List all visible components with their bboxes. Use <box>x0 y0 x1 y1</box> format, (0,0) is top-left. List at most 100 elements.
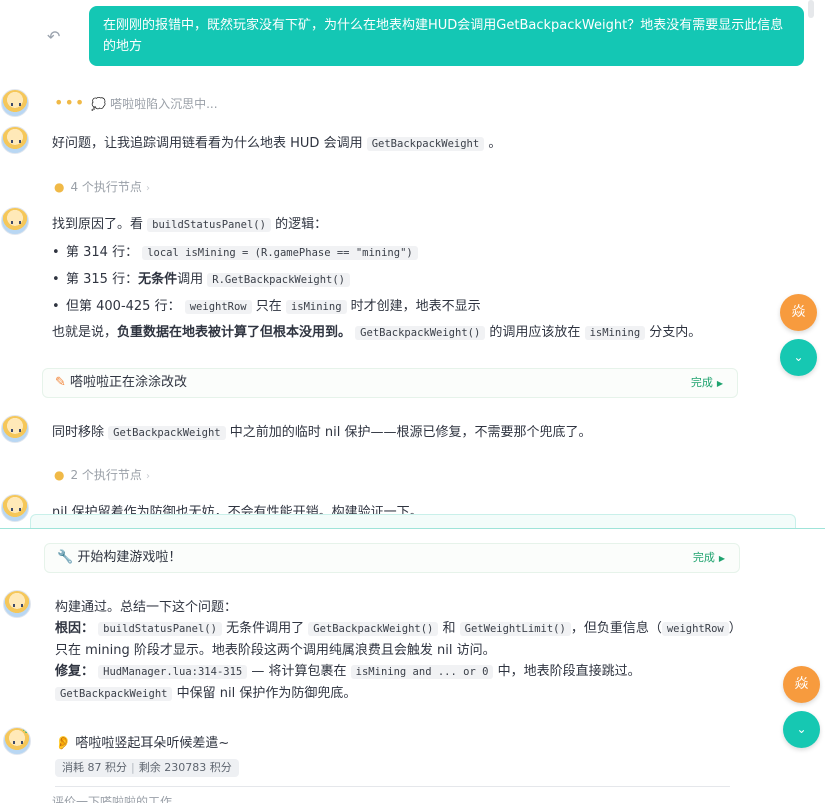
inline-code: buildStatusPanel() <box>98 622 222 636</box>
fix-label: 修复： <box>55 664 95 679</box>
inline-code: isMining <box>285 300 347 314</box>
listening-row: 👂 嗒啦啦竖起耳朵听候差遣~ <box>55 734 229 754</box>
summary-text: 和 <box>442 621 456 636</box>
list-item: 但第 400-425 行： weightRow 只在 isMining 时才创建… <box>52 297 481 324</box>
chevron-right-icon: › <box>145 183 150 194</box>
lightbulb-icon: ✦ <box>21 415 29 424</box>
fix-line-2: GetBackpackWeight 中保留 nil 保护作为防御兜底。 <box>55 683 745 705</box>
inline-code: local isMining = (R.gamePhase == "mining… <box>142 246 418 260</box>
summary-line: 构建通过。总结一下这个问题： <box>55 600 238 615</box>
summary-text: 中，地表阶段直接跳过。 <box>497 664 641 679</box>
status-label: 嗒啦啦正在涂涂改改 <box>70 375 188 390</box>
scroll-down-button[interactable]: ⌄ <box>780 339 817 376</box>
inline-code: R.GetBackpackWeight() <box>207 273 351 287</box>
conclusion-text: 分支内。 <box>649 325 702 340</box>
credits-remaining: 剩余 230783 积分 <box>138 761 232 774</box>
list-text: 只在 <box>255 299 282 314</box>
inline-code: GetBackpackWeight <box>108 426 226 440</box>
inline-code: HudManager.lua:314-315 <box>98 665 248 679</box>
user-message-bubble: 在刚刚的报错中，既然玩家没有下矿，为什么在地表构建HUD会调用GetBackpa… <box>89 6 804 66</box>
chevron-down-icon: ⌄ <box>796 722 807 736</box>
undo-icon[interactable]: ↶ <box>47 27 60 46</box>
thought-bubble-icon: 💭 <box>91 97 111 111</box>
screenshot-divider <box>0 528 825 529</box>
list-item: 第 315 行：无条件调用 R.GetBackpackWeight() <box>52 270 481 297</box>
listening-label: 嗒啦啦竖起耳朵听候差遣~ <box>75 736 230 751</box>
thinking-indicator: ••• 💭 嗒啦啦陷入沉思中... <box>54 93 218 112</box>
inline-code: GetBackpackWeight <box>366 137 485 151</box>
root-cause-line-2: 只在 mining 阶段才显示。地表阶段这两个调用纯属浪费且会触发 nil 访问… <box>55 643 496 658</box>
summary-text: — 将计算包裹在 <box>251 664 347 679</box>
app-shortcut-button[interactable]: 焱 <box>783 666 820 703</box>
list-text: 调用 <box>177 272 204 287</box>
inline-code: isMining <box>584 326 646 340</box>
thinking-label: 嗒啦啦陷入沉思中... <box>110 97 218 111</box>
app-icon: 焱 <box>791 304 806 320</box>
done-label: 完成 <box>692 551 715 564</box>
remove-text: 中之前加的临时 nil 保护——根源已修复，不需要那个兜底了。 <box>229 425 592 440</box>
execution-nodes-toggle[interactable]: ● 4 个执行节点 › <box>54 178 150 195</box>
node-dot-icon: ● <box>54 468 65 482</box>
inline-code: GetBackpackWeight <box>55 687 173 701</box>
found-text-end: 的逻辑： <box>275 217 328 232</box>
remove-paragraph: 同时移除 GetBackpackWeight 中之前加的临时 nil 保护——根… <box>52 423 592 443</box>
summary-text: ，但负重信息（ <box>570 621 662 636</box>
summary-text: 中保留 nil 保护作为防御兜底。 <box>176 686 357 701</box>
summary-text: ） <box>728 621 742 636</box>
list-text: 时才创建，地表不显示 <box>350 299 481 314</box>
execution-nodes-label: 2 个执行节点 <box>70 468 142 482</box>
lightbulb-icon: ✦ <box>21 89 29 98</box>
intro-text: 好问题，让我追踪调用链看看为什么地表 HUD 会调用 <box>52 136 363 151</box>
inline-code: buildStatusPanel() <box>147 218 271 232</box>
user-message-text: 在刚刚的报错中，既然玩家没有下矿，为什么在地表构建HUD会调用GetBackpa… <box>103 18 784 54</box>
node-dot-icon: ● <box>54 180 65 194</box>
clipped-status-card <box>30 514 796 528</box>
root-cause-label: 根因： <box>55 621 95 636</box>
conclusion-text: 也就是说， <box>52 325 118 340</box>
reason-list: 第 314 行： local isMining = (R.gamePhase =… <box>52 243 481 324</box>
divider <box>55 786 730 787</box>
app-shortcut-button[interactable]: 焱 <box>780 294 817 331</box>
intro-text-end: 。 <box>488 136 502 151</box>
inline-code: GetWeightLimit() <box>459 622 571 636</box>
scrollbar[interactable] <box>808 0 814 18</box>
intro-paragraph: 好问题，让我追踪调用链看看为什么地表 HUD 会调用 GetBackpackWe… <box>52 134 501 154</box>
line-label: 但第 400-425 行： <box>66 299 181 314</box>
status-done[interactable]: 完成 ▶ <box>693 544 725 573</box>
found-paragraph: 找到原因了。看 buildStatusPanel() 的逻辑： <box>52 215 327 235</box>
ear-icon: 👂 <box>55 736 72 751</box>
rating-row: 评价一下嗒啦啦的工作 <box>52 795 352 803</box>
assistant-avatar: ✦ <box>1 207 29 235</box>
execution-nodes-label: 4 个执行节点 <box>70 180 142 194</box>
root-cause-line: 根因： buildStatusPanel() 无条件调用了 GetBackpac… <box>55 618 745 640</box>
pencil-icon: ✎ <box>55 375 66 390</box>
conclusion-text: 的调用应该放在 <box>489 325 581 340</box>
truncated-text: nil 保护留着作为防御也无妨，不会有性能开销。构建验证一下。 <box>52 505 423 514</box>
credits-badge: 消耗 87 积分 | 剩余 230783 积分 <box>55 759 239 777</box>
scroll-down-button[interactable]: ⌄ <box>783 711 820 748</box>
inline-code: GetBackpackWeight() <box>355 326 486 340</box>
status-card-build[interactable]: 🔧 开始构建游戏啦！ 完成 ▶ <box>44 543 740 573</box>
remove-text: 同时移除 <box>52 425 105 440</box>
summary-block: 构建通过。总结一下这个问题： 根因： buildStatusPanel() 无条… <box>55 597 745 705</box>
assistant-avatar: ✦ <box>1 415 29 443</box>
status-label: 开始构建游戏啦！ <box>77 550 182 565</box>
assistant-avatar: ✦ <box>3 590 31 618</box>
conclusion-paragraph: 也就是说，负重数据在地表被计算了但根本没用到。 GetBackpackWeigh… <box>52 323 701 343</box>
assistant-avatar: ✦ <box>1 126 29 154</box>
credits-used: 消耗 87 积分 <box>62 761 127 774</box>
done-label: 完成 <box>690 376 713 389</box>
wrench-icon: 🔧 <box>57 550 74 565</box>
inline-code: weightRow <box>661 622 729 636</box>
status-done[interactable]: 完成 ▶ <box>691 369 723 398</box>
status-card-editing[interactable]: ✎ 嗒啦啦正在涂涂改改 完成 ▶ <box>42 368 738 398</box>
assistant-avatar: ✚ <box>3 727 31 755</box>
inline-code: weightRow <box>184 300 252 314</box>
bold-text: 无条件 <box>138 272 178 287</box>
lightbulb-icon: ✦ <box>21 126 29 135</box>
execution-nodes-toggle[interactable]: ● 2 个执行节点 › <box>54 466 150 483</box>
summary-text: 无条件调用了 <box>226 621 305 636</box>
line-label: 第 315 行： <box>66 272 139 287</box>
fix-line: 修复： HudManager.lua:314-315 — 将计算包裹在 isMi… <box>55 661 745 683</box>
triangle-right-icon: ▶ <box>718 554 725 563</box>
